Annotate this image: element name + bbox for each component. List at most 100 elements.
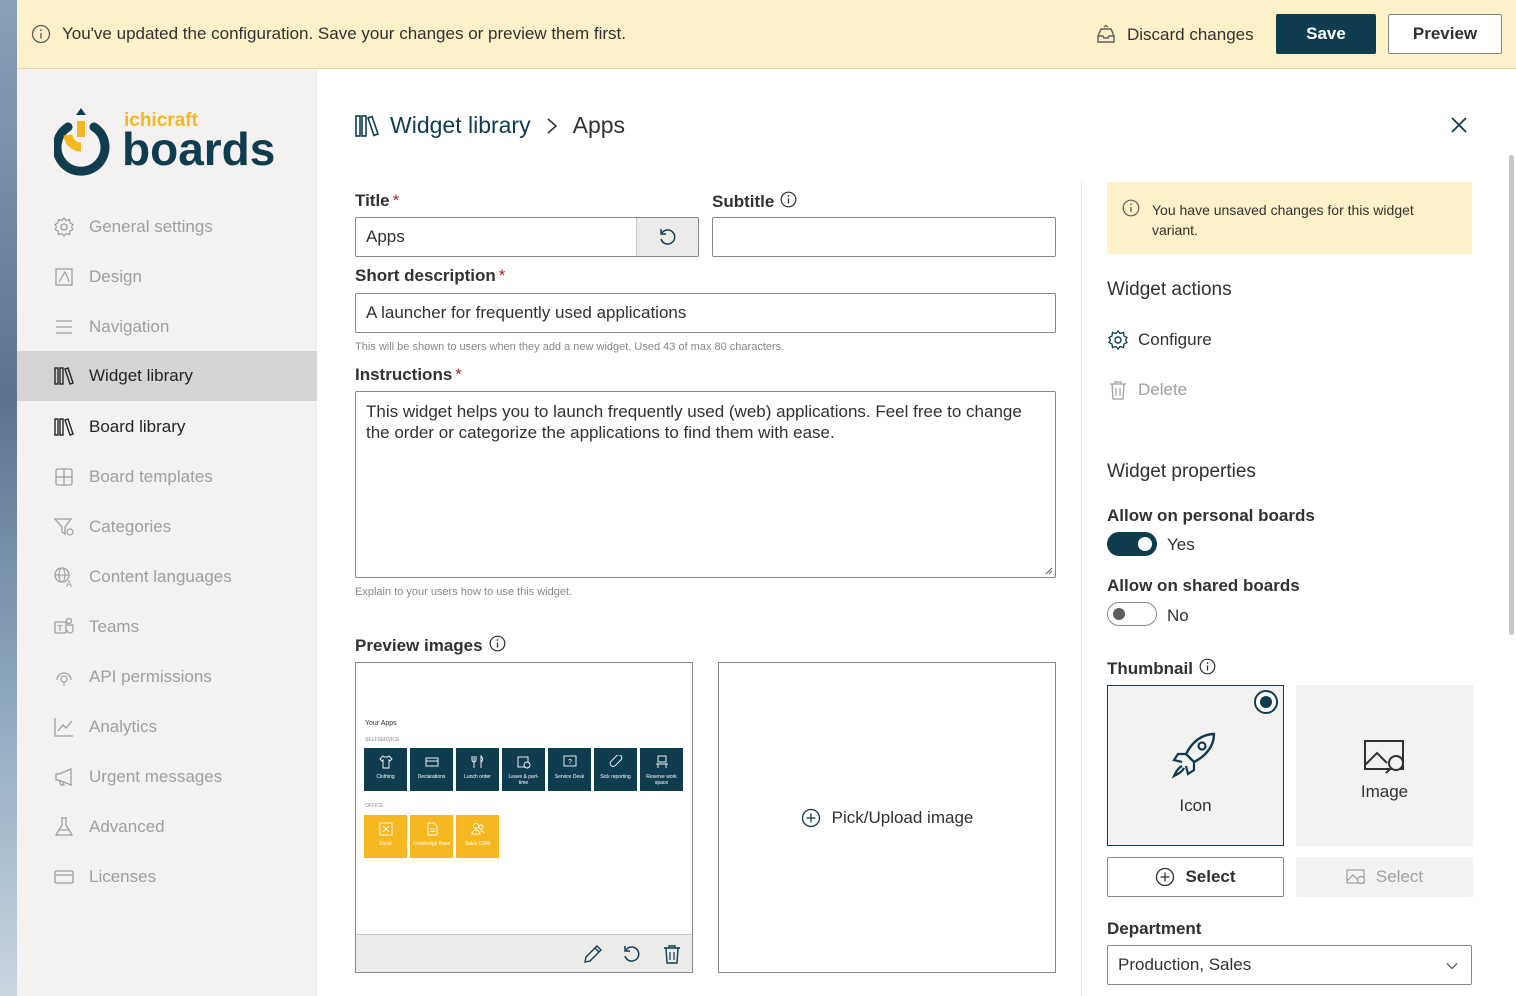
instructions-value: This widget helps you to launch frequent… (366, 402, 1022, 442)
info-icon[interactable] (780, 191, 797, 208)
api-icon (56, 672, 72, 686)
sidebar-item-general-settings[interactable]: General settings (17, 202, 317, 252)
info-icon[interactable] (489, 635, 506, 652)
discard-icon (1097, 24, 1115, 43)
pick-upload-image-button[interactable]: Pick/Upload image (718, 662, 1056, 973)
preview-tile: Sales CRM (456, 815, 499, 858)
library-icon (54, 418, 74, 436)
discard-changes-button[interactable]: Discard changes (1095, 20, 1254, 50)
preview-tile: Reserve work space (640, 748, 683, 791)
sidebar-item-api-permissions[interactable]: API permissions (17, 652, 317, 702)
breadcrumb: Widget library Apps (354, 112, 625, 139)
short-description-label: Short description * (355, 266, 506, 285)
background-window (0, 0, 17, 996)
sidebar-item-licenses[interactable]: Licenses (17, 852, 317, 902)
template-icon (55, 468, 73, 486)
subtitle-input[interactable] (712, 217, 1056, 257)
preview-button[interactable]: Preview (1388, 14, 1502, 54)
trash-icon (1110, 381, 1126, 400)
delete-button[interactable]: Delete (1107, 379, 1187, 401)
trash-icon[interactable] (661, 943, 683, 965)
sidebar-item-label: Design (89, 267, 142, 286)
sidebar-item-teams[interactable]: T Teams (17, 602, 317, 652)
sidebar-item-label: Urgent messages (89, 767, 223, 786)
bar-message: You've updated the configuration. Save y… (62, 24, 626, 43)
title-label: Title * (355, 191, 400, 210)
globe-icon: A (54, 567, 72, 588)
pick-upload-label: Pick/Upload image (831, 807, 974, 827)
sidebar-item-label: Board templates (89, 467, 213, 486)
configure-button[interactable]: Configure (1107, 329, 1212, 351)
select-disabled-label: Select (1375, 867, 1424, 886)
sidebar-item-label: Widget library (89, 366, 193, 385)
resize-handle-icon[interactable] (1045, 567, 1053, 575)
edit-icon[interactable] (582, 943, 604, 965)
filter-icon (53, 518, 74, 536)
logo-brand-large: boards (122, 123, 275, 175)
warning-text: You have unsaved changes for this widget… (1152, 202, 1414, 238)
ichicraft-boards-logo: ichicraft boards (52, 105, 284, 177)
short-description-input[interactable]: A launcher for frequently used applicati… (355, 293, 1056, 333)
image-icon (1364, 740, 1404, 774)
department-dropdown[interactable]: Production, Sales (1107, 945, 1472, 985)
personal-boards-toggle[interactable] (1107, 532, 1157, 556)
people-icon (471, 823, 484, 835)
sidebar-item-label: Licenses (89, 867, 157, 886)
undo-icon[interactable] (621, 943, 643, 965)
sidebar-item-label: Analytics (89, 717, 158, 736)
sidebar-item-label: Content languages (89, 567, 232, 586)
sidebar-item-label: Board library (89, 417, 186, 436)
sidebar-item-design[interactable]: Design (17, 252, 317, 302)
preview-tile: Clothing (364, 748, 407, 791)
sidebar-item-content-languages[interactable]: A Content languages (17, 552, 317, 602)
info-icon (1122, 199, 1140, 217)
preview-section-office: OFFICE (365, 803, 384, 809)
info-icon[interactable] (1199, 658, 1216, 675)
required-mark: * (392, 191, 400, 210)
sidebar-item-board-library[interactable]: Board library (17, 402, 317, 452)
delete-label: Delete (1138, 380, 1188, 399)
breadcrumb-widget-library-link[interactable]: Widget library (390, 112, 531, 139)
gear-icon (54, 217, 74, 237)
sidebar-item-analytics[interactable]: Analytics (17, 702, 317, 752)
preview-apps-title: Your Apps (365, 720, 397, 727)
scrollbar[interactable] (1509, 155, 1514, 635)
sidebar-item-categories[interactable]: Categories (17, 502, 317, 552)
card-icon (425, 757, 438, 767)
shared-boards-toggle[interactable] (1107, 602, 1157, 626)
sidebar-item-advanced[interactable]: Advanced (17, 802, 317, 852)
personal-boards-label: Allow on personal boards (1107, 506, 1315, 525)
preview-tile: Declarations (410, 748, 453, 791)
sidebar-item-label: API permissions (89, 667, 212, 686)
flask-icon (54, 817, 74, 836)
food-icon (471, 755, 483, 768)
chart-icon (54, 718, 73, 737)
preview-tile: Knowledge Base (410, 815, 453, 858)
document-icon (427, 822, 437, 836)
close-icon[interactable] (1447, 113, 1471, 137)
preview-tile: ? Service Desk (548, 748, 591, 791)
sidebar-item-urgent-messages[interactable]: Urgent messages (17, 752, 317, 802)
save-button[interactable]: Save (1276, 14, 1376, 54)
preview-tile: Excel (364, 815, 407, 858)
configure-label: Configure (1138, 330, 1212, 349)
department-value: Production, Sales (1118, 955, 1252, 974)
select-icon-button[interactable]: Select (1107, 857, 1284, 897)
thumbnail-label: Thumbnail (1107, 658, 1216, 679)
svg-text:?: ? (568, 759, 572, 766)
breadcrumb-current: Apps (572, 112, 626, 138)
sidebar: ichicraft boards General settings Design… (17, 69, 317, 996)
select-image-button[interactable]: Select (1296, 857, 1473, 897)
thumbnail-option-icon[interactable]: Icon (1107, 685, 1284, 846)
instructions-textarea[interactable]: This widget helps you to launch frequent… (355, 391, 1056, 578)
sidebar-item-widget-library[interactable]: Widget library (17, 351, 317, 401)
sidebar-item-board-templates[interactable]: Board templates (17, 452, 317, 502)
discard-label: Discard changes (1127, 25, 1254, 44)
short-description-value: A launcher for frequently used applicati… (366, 303, 687, 322)
thumbnail-option-image[interactable]: Image (1296, 685, 1473, 846)
reset-title-button[interactable] (636, 218, 698, 256)
radio-selected-icon (1254, 690, 1278, 714)
sidebar-item-navigation[interactable]: Navigation (17, 302, 317, 352)
help-icon: ? (563, 755, 576, 767)
widget-actions-heading: Widget actions (1107, 279, 1232, 300)
